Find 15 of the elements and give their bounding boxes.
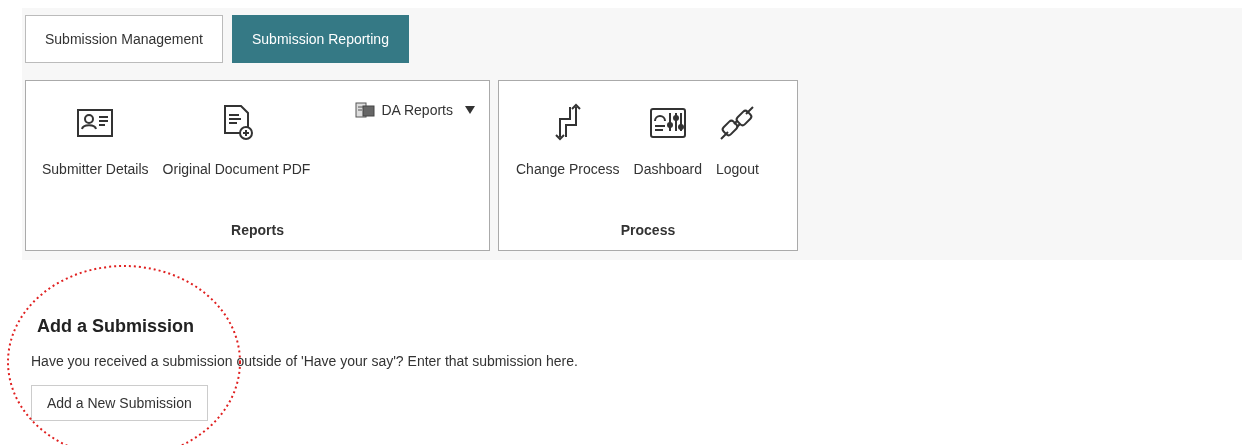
section-heading: Add a Submission — [37, 316, 196, 337]
group-title: Process — [619, 222, 677, 240]
reports-dropdown[interactable]: DA Reports — [355, 99, 475, 121]
tab[interactable]: Submission Reporting — [232, 15, 409, 63]
group-title: Reports — [230, 222, 285, 240]
tool-label[interactable]: Submitter Details — [42, 161, 149, 177]
caret-icon — [465, 106, 475, 114]
tool-label[interactable]: Logout — [716, 161, 759, 177]
tool-label[interactable]: Change Process — [516, 161, 620, 177]
tool-label[interactable]: Dashboard — [633, 161, 702, 177]
tab[interactable]: Submission Management — [25, 15, 223, 63]
tool-label[interactable]: Original Document PDF — [162, 161, 311, 177]
description-text: Have you received a submission outside of 'Have your say'? Enter that submission here. — [31, 353, 579, 369]
add-submission-button[interactable]: Add a New Submission — [31, 385, 208, 421]
report-icon — [355, 102, 376, 118]
